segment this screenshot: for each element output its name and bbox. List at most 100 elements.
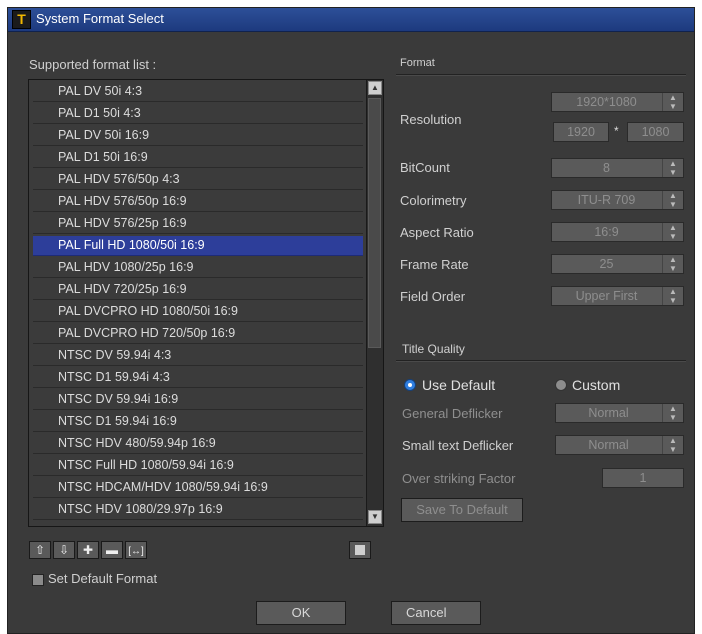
use-default-radio[interactable] [404, 379, 416, 391]
format-list-item-label: PAL HDV 1080/25p 16:9 [58, 260, 194, 274]
format-list-item-label: PAL DV 50i 4:3 [58, 84, 143, 98]
colorimetry-value: ITU-R 709 [577, 193, 636, 207]
quality-divider [396, 360, 686, 362]
format-list-item-label: PAL DV 50i 16:9 [58, 128, 150, 142]
format-list-item[interactable]: NTSC Full HD 1080/59.94i 16:9 [33, 456, 363, 476]
format-list-item[interactable]: PAL DVCPRO HD 720/50p 16:9 [33, 324, 363, 344]
move-up-button[interactable]: ⇧ [29, 541, 51, 559]
format-list-item[interactable]: PAL DVCPRO HD 1080/50i 16:9 [33, 302, 363, 322]
title-bar: T System Format Select [8, 8, 694, 32]
resolution-value: 1920*1080 [576, 95, 637, 109]
system-format-dialog: T System Format Select Supported format … [7, 7, 695, 634]
custom-label: Custom [572, 377, 621, 393]
format-list-item-label: NTSC HDV 480/59.94p 16:9 [58, 436, 216, 450]
spinner-icon[interactable]: ▲ ▼ [662, 223, 683, 241]
frame-rate-select[interactable]: 25 ▲ ▼ [551, 254, 684, 274]
bitcount-label: BitCount [400, 160, 450, 175]
height-field[interactable]: 1080 [627, 122, 684, 142]
frame-rate-value: 25 [599, 257, 614, 271]
aspect-ratio-value: 16:9 [594, 225, 619, 239]
format-list-item[interactable]: NTSC HDV 1080/29.97p 16:9 [33, 500, 363, 520]
spinner-icon[interactable]: ▲ ▼ [662, 287, 683, 305]
spinner-icon[interactable]: ▲ ▼ [662, 404, 683, 422]
format-list-item[interactable]: PAL HDV 1080/25p 16:9 [33, 258, 363, 278]
spinner-icon[interactable]: ▲ ▼ [662, 93, 683, 111]
spinner-icon[interactable]: ▲ ▼ [662, 191, 683, 209]
format-list-item[interactable]: PAL D1 50i 16:9 [33, 148, 363, 168]
frame-rate-label: Frame Rate [400, 257, 469, 272]
resolution-select[interactable]: 1920*1080 ▲ ▼ [551, 92, 684, 112]
bitcount-value: 8 [603, 161, 610, 175]
general-deflicker-value: Normal [588, 406, 629, 420]
format-list-item-label: NTSC DV 59.94i 4:3 [58, 348, 172, 362]
field-order-select[interactable]: Upper First ▲ ▼ [551, 286, 684, 306]
spinner-icon[interactable]: ▲ ▼ [662, 436, 683, 454]
small-text-deflicker-value: Normal [588, 438, 629, 452]
format-list-item-label: PAL HDV 720/25p 16:9 [58, 282, 187, 296]
format-list-item[interactable]: NTSC HDCAM/HDV 1080/59.94i 16:9 [33, 478, 363, 498]
scroll-down-icon[interactable]: ▼ [368, 510, 382, 524]
format-list-item-label: NTSC HDCAM/HDV 1080/59.94i 16:9 [58, 480, 268, 494]
cancel-button[interactable]: Cancel [391, 601, 481, 625]
custom-radio[interactable] [555, 379, 567, 391]
scroll-thumb[interactable] [368, 98, 381, 348]
format-list-item[interactable]: NTSC DV 59.94i 4:3 [33, 346, 363, 366]
format-list-item[interactable]: PAL HDV 576/50p 4:3 [33, 170, 363, 190]
remove-format-button[interactable]: ▬ [101, 541, 123, 559]
over-striking-label: Over striking Factor [402, 471, 516, 486]
format-list-item[interactable]: PAL DV 50i 4:3 [33, 82, 363, 102]
format-list-item[interactable]: PAL D1 50i 4:3 [33, 104, 363, 124]
scroll-up-icon[interactable]: ▲ [368, 81, 382, 95]
move-down-button[interactable]: ⇩ [53, 541, 75, 559]
format-list-item[interactable]: NTSC D1 59.94i 4:3 [33, 368, 363, 388]
format-list-item[interactable]: PAL DV 50i 16:9 [33, 126, 363, 146]
format-list-item[interactable]: PAL Full HD 1080/50i 16:9 [33, 236, 363, 256]
aspect-ratio-select[interactable]: 16:9 ▲ ▼ [551, 222, 684, 242]
format-list-item-label: PAL D1 50i 4:3 [58, 106, 141, 120]
colorimetry-label: Colorimetry [400, 193, 467, 208]
spinner-icon[interactable]: ▲ ▼ [662, 159, 683, 177]
ok-button[interactable]: OK [256, 601, 346, 625]
format-list-item[interactable]: NTSC D1 59.94i 16:9 [33, 412, 363, 432]
over-striking-field[interactable]: 1 [602, 468, 684, 488]
window-title: System Format Select [36, 11, 164, 26]
set-default-label: Set Default Format [48, 571, 158, 586]
colorimetry-select[interactable]: ITU-R 709 ▲ ▼ [551, 190, 684, 210]
resize-icon: [↔] [128, 546, 144, 557]
spinner-icon[interactable]: ▲ ▼ [662, 255, 683, 273]
bitcount-select[interactable]: 8 ▲ ▼ [551, 158, 684, 178]
arrow-down-icon: ⇩ [58, 543, 70, 557]
format-list-item-label: PAL DVCPRO HD 1080/50i 16:9 [58, 304, 238, 318]
format-list-item-label: NTSC Full HD 1080/59.94i 16:9 [58, 458, 234, 472]
format-list-item-label: NTSC D1 59.94i 4:3 [58, 370, 170, 384]
format-list-label: Supported format list : [29, 57, 157, 72]
use-default-label: Use Default [422, 377, 496, 393]
times-symbol: * [614, 124, 619, 138]
format-list-item[interactable]: NTSC DV 59.94i 16:9 [33, 390, 363, 410]
set-default-checkbox[interactable] [32, 574, 44, 586]
add-format-button[interactable]: ✚ [77, 541, 99, 559]
app-icon: T [12, 10, 31, 29]
save-to-default-button[interactable]: Save To Default [401, 498, 523, 522]
list-scrollbar[interactable]: ▲ ▼ [366, 80, 383, 526]
format-list-item[interactable]: PAL HDV 576/50p 16:9 [33, 192, 363, 212]
format-divider [396, 74, 686, 76]
general-deflicker-label: General Deflicker [402, 406, 503, 421]
format-list-item-label: PAL Full HD 1080/50i 16:9 [58, 238, 205, 252]
small-text-deflicker-select[interactable]: Normal ▲ ▼ [555, 435, 684, 455]
format-list-item-label: PAL HDV 576/25p 16:9 [58, 216, 187, 230]
resolution-label: Resolution [400, 112, 462, 127]
format-list[interactable]: PAL DV 50i 4:3 PAL D1 50i 4:3 PAL DV 50i 1… [28, 79, 384, 527]
format-list-item[interactable]: PAL HDV 576/25p 16:9 [33, 214, 363, 234]
format-list-item-label: PAL HDV 576/50p 16:9 [58, 194, 187, 208]
format-list-item[interactable]: NTSC HDV 480/59.94p 16:9 [33, 434, 363, 454]
format-list-item[interactable]: PAL HDV 720/25p 16:9 [33, 280, 363, 300]
width-field[interactable]: 1920 [553, 122, 609, 142]
format-list-item-label: PAL DVCPRO HD 720/50p 16:9 [58, 326, 236, 340]
edit-format-button[interactable]: [↔] [125, 541, 147, 559]
general-deflicker-select[interactable]: Normal ▲ ▼ [555, 403, 684, 423]
small-text-deflicker-label: Small text Deflicker [402, 438, 514, 453]
field-order-value: Upper First [575, 289, 638, 303]
toggle-view-button[interactable] [349, 541, 371, 559]
plus-icon: ✚ [82, 543, 94, 557]
